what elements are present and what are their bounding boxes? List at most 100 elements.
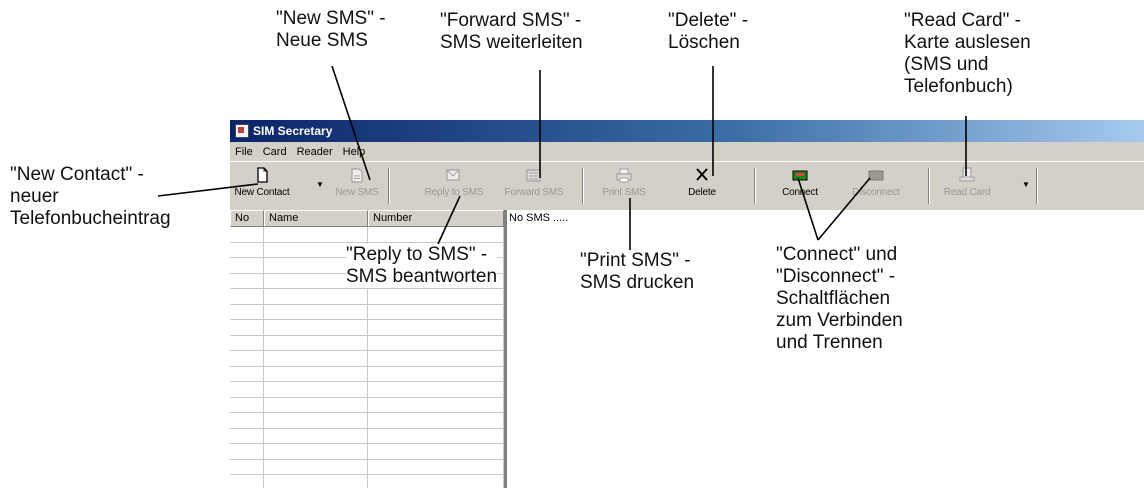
- column-header-no[interactable]: No: [230, 210, 264, 227]
- table-row[interactable]: [230, 335, 504, 351]
- column-header-name[interactable]: Name: [264, 210, 368, 227]
- table-row[interactable]: [230, 366, 504, 382]
- annotation-line: SMS drucken: [580, 272, 695, 293]
- table-cell: [264, 351, 368, 366]
- annotation-connect-disconnect: "Connect" und "Disconnect" - Schaltfläch…: [776, 244, 903, 354]
- annotation-new-sms: "New SMS" - Neue SMS: [276, 8, 386, 52]
- disconnect-icon: [868, 170, 884, 181]
- annotation-forward-sms: "Forward SMS" - SMS weiterleiten: [440, 10, 583, 54]
- new-sms-button[interactable]: New SMS: [334, 166, 380, 206]
- annotation-line: "Forward SMS" -: [440, 10, 582, 31]
- table-cell: [264, 289, 368, 304]
- table-cell: [368, 382, 504, 397]
- connect-label: Connect: [782, 187, 818, 198]
- contacts-header: No Name Number: [230, 210, 504, 227]
- toolbar-separator: [1036, 168, 1038, 204]
- annotation-line: "Disconnect" -: [776, 266, 896, 287]
- annotation-line: "New Contact" -: [10, 164, 144, 185]
- table-cell: [230, 242, 264, 257]
- printer-icon: [616, 168, 632, 183]
- disconnect-button[interactable]: Disconnect: [844, 166, 908, 206]
- table-cell: [264, 428, 368, 443]
- annotation-line: Schaltflächen: [776, 288, 891, 309]
- delete-label: Delete: [688, 187, 716, 198]
- annotation-line: neuer: [10, 186, 59, 207]
- table-cell: [230, 320, 264, 335]
- table-row[interactable]: [230, 428, 504, 444]
- table-row[interactable]: [230, 289, 504, 305]
- table-cell: [264, 444, 368, 459]
- table-cell: [230, 475, 264, 488]
- annotation-delete: "Delete" - Löschen: [668, 10, 748, 54]
- table-cell: [230, 258, 264, 273]
- annotation-line: und Trennen: [776, 332, 883, 353]
- table-row[interactable]: [230, 475, 504, 488]
- read-card-label: Read Card: [943, 187, 991, 198]
- table-row[interactable]: [230, 413, 504, 429]
- annotation-line: Neue SMS: [276, 30, 368, 51]
- menu-reader[interactable]: Reader: [292, 146, 338, 158]
- table-cell: [368, 351, 504, 366]
- table-row[interactable]: [230, 459, 504, 475]
- table-cell: [264, 335, 368, 350]
- read-card-dropdown-icon[interactable]: ▼: [1022, 180, 1030, 189]
- annotation-read-card: "Read Card" - Karte auslesen (SMS und Te…: [904, 10, 1031, 98]
- annotation-print-sms: "Print SMS" - SMS drucken: [580, 250, 694, 294]
- table-row[interactable]: [230, 351, 504, 367]
- table-row[interactable]: [230, 304, 504, 320]
- new-contact-dropdown-icon[interactable]: ▼: [316, 180, 324, 189]
- annotation-line: Telefonbuch): [904, 76, 1013, 97]
- table-cell: [230, 351, 264, 366]
- reply-sms-icon: [446, 169, 460, 181]
- table-cell: [368, 428, 504, 443]
- table-cell: [230, 335, 264, 350]
- menu-card[interactable]: Card: [258, 146, 292, 158]
- read-card-button[interactable]: Read Card: [936, 166, 998, 206]
- toolbar-separator: [928, 168, 930, 204]
- table-cell: [230, 428, 264, 443]
- print-sms-button[interactable]: Print SMS: [594, 166, 654, 206]
- table-cell: [264, 382, 368, 397]
- table-cell: [264, 366, 368, 381]
- annotation-line: "Delete" -: [668, 10, 749, 31]
- connect-icon: [792, 170, 808, 181]
- annotation-line: "Connect" und: [776, 244, 898, 265]
- table-cell: [264, 304, 368, 319]
- annotation-line: Löschen: [668, 32, 740, 53]
- new-contact-label: New Contact: [234, 187, 290, 198]
- delete-button[interactable]: Delete: [676, 166, 728, 206]
- table-cell: [368, 227, 504, 242]
- table-cell: [264, 227, 368, 242]
- table-cell: [368, 335, 504, 350]
- new-sms-label: New SMS: [335, 187, 379, 198]
- forward-sms-button[interactable]: Forward SMS: [496, 166, 572, 206]
- table-cell: [230, 289, 264, 304]
- menu-help[interactable]: Help: [338, 146, 371, 158]
- menu-file[interactable]: File: [230, 146, 258, 158]
- new-contact-button[interactable]: New Contact: [230, 166, 294, 206]
- table-cell: [230, 459, 264, 474]
- table-cell: [230, 304, 264, 319]
- forward-sms-label: Forward SMS: [504, 187, 564, 198]
- reply-sms-button[interactable]: Reply to SMS: [416, 166, 492, 206]
- table-cell: [230, 366, 264, 381]
- table-cell: [368, 320, 504, 335]
- annotation-line: SMS beantworten: [346, 266, 498, 287]
- connect-button[interactable]: Connect: [768, 166, 832, 206]
- annotation-line: SMS weiterleiten: [440, 32, 583, 53]
- table-row[interactable]: [230, 397, 504, 413]
- table-row[interactable]: [230, 227, 504, 243]
- annotation-line: "New SMS" -: [276, 8, 386, 29]
- sms-empty-text: No SMS .....: [509, 212, 569, 224]
- delete-x-icon: [696, 168, 708, 181]
- table-row[interactable]: [230, 382, 504, 398]
- table-cell: [368, 397, 504, 412]
- table-row[interactable]: [230, 444, 504, 460]
- table-cell: [230, 273, 264, 288]
- annotation-line: "Reply to SMS" -: [346, 244, 488, 265]
- annotation-line: (SMS und: [904, 54, 989, 75]
- table-row[interactable]: [230, 320, 504, 336]
- column-header-number[interactable]: Number: [368, 210, 504, 227]
- toolbar: New Contact ▼ New SMS Reply to SMS Forwa…: [230, 161, 1144, 211]
- forward-sms-icon: [526, 169, 541, 182]
